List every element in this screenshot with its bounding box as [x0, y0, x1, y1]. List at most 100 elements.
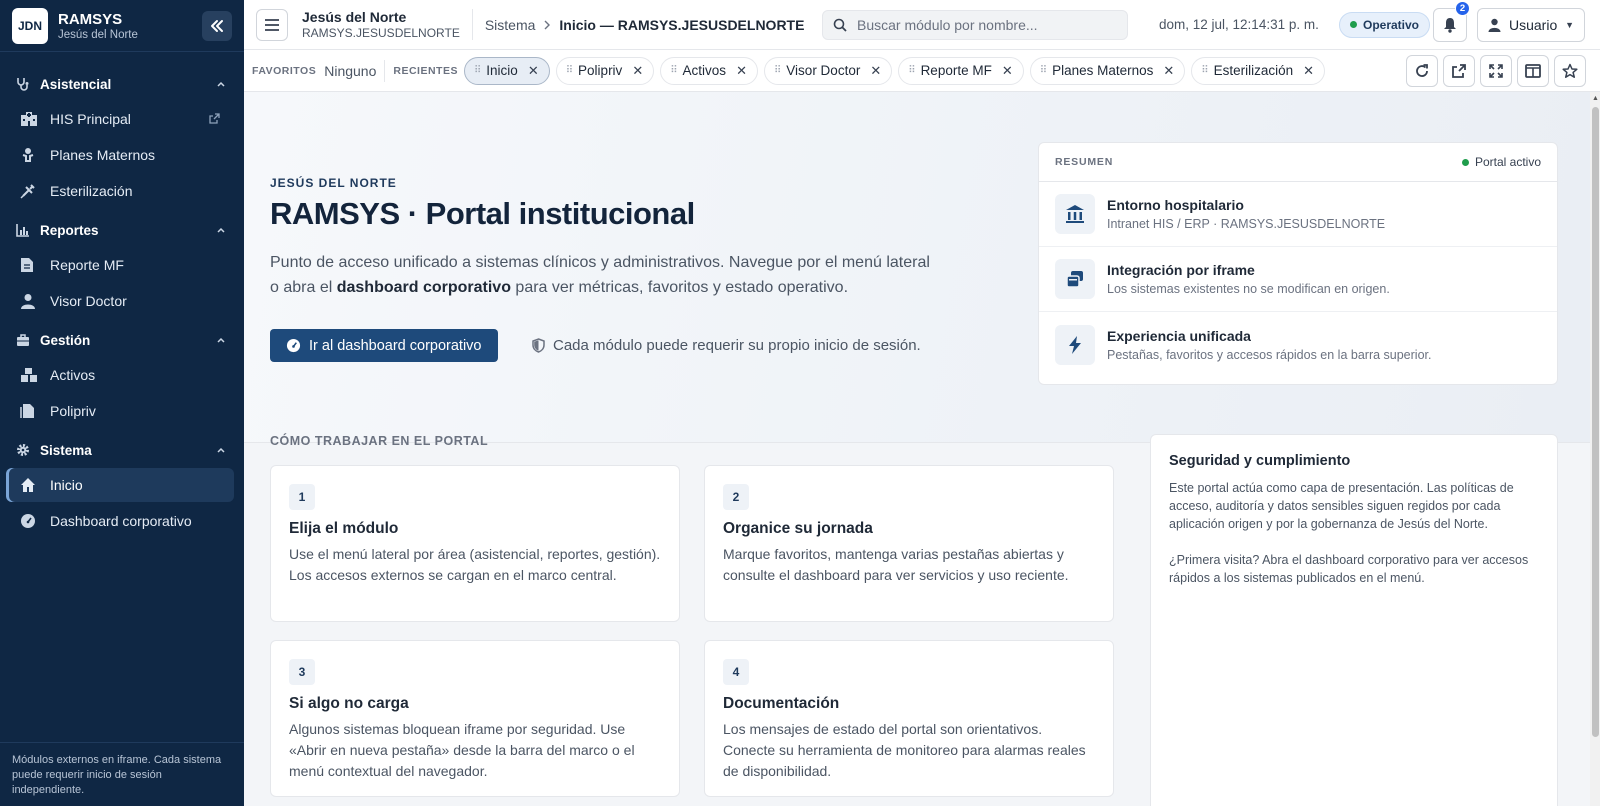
tab-planes-maternos[interactable]: ⠿ Planes Maternos ✕	[1029, 56, 1186, 85]
security-paragraph: Este portal actúa como capa de presentac…	[1169, 481, 1514, 531]
sidebar: JDN RAMSYS Jesús del Norte Asistencial H…	[0, 0, 244, 806]
drag-handle-icon[interactable]: ⠿	[1040, 65, 1047, 76]
sidebar-item-label: HIS Principal	[50, 111, 131, 127]
chevron-up-icon	[216, 443, 226, 458]
section-gestion[interactable]: Gestión	[0, 324, 244, 356]
org-code: RAMSYS.JESUSDELNORTE	[302, 26, 460, 40]
sidebar-item-esterilizacion[interactable]: Esterilización	[6, 174, 234, 208]
drag-handle-icon[interactable]: ⠿	[1201, 65, 1208, 76]
fullscreen-button[interactable]	[1480, 55, 1512, 87]
caret-down-icon: ▼	[1565, 19, 1574, 30]
menu-button[interactable]	[256, 8, 288, 41]
chevron-right-icon	[543, 17, 551, 33]
summary-row-text: Integración por iframe Los sistemas exis…	[1107, 262, 1390, 296]
collapse-sidebar-button[interactable]	[202, 10, 232, 41]
step-card: 1 Elija el módulo Use el menú lateral po…	[270, 465, 680, 622]
tab-polipriv[interactable]: ⠿ Polipriv ✕	[555, 56, 655, 85]
hero-lead: Punto de acceso unificado a sistemas clí…	[270, 250, 930, 300]
drag-handle-icon[interactable]: ⠿	[474, 65, 481, 76]
shield-icon	[532, 338, 545, 353]
step-body: Marque favoritos, mantenga varias pestañ…	[723, 546, 1069, 583]
file-medical-icon	[20, 403, 40, 419]
summary-row-title: Experiencia unificada	[1107, 327, 1251, 344]
sidebar-item-label: Dashboard corporativo	[50, 513, 192, 529]
summary-row-sub: Los sistemas existentes no se modifican …	[1107, 282, 1390, 296]
sidebar-item-activos[interactable]: Activos	[6, 358, 234, 392]
recent-label: RECIENTES	[393, 64, 458, 77]
step-card: 2 Organice su jornada Marque favoritos, …	[704, 465, 1114, 622]
tabs-bar: FAVORITOS Ninguno RECIENTES ⠿ Inicio ✕ ⠿…	[244, 50, 1600, 92]
reload-button[interactable]	[1406, 55, 1438, 87]
step-body: Los mensajes de estado del portal son or…	[723, 721, 1086, 779]
close-icon[interactable]: ✕	[528, 63, 539, 79]
sidebar-item-label: Reporte MF	[50, 257, 124, 273]
section-reportes[interactable]: Reportes	[0, 214, 244, 246]
sidebar-item-inicio[interactable]: Inicio	[6, 468, 234, 502]
windows-stack-icon	[1055, 259, 1095, 299]
sidebar-item-his-principal[interactable]: HIS Principal	[6, 102, 234, 136]
close-icon[interactable]: ✕	[736, 63, 747, 79]
close-icon[interactable]: ✕	[1002, 63, 1013, 79]
close-icon[interactable]: ✕	[870, 63, 881, 79]
gear-icon	[16, 443, 32, 457]
search-icon	[833, 18, 847, 32]
summary-row-title: Entorno hospitalario	[1107, 197, 1244, 213]
sidebar-item-visor-doctor[interactable]: Visor Doctor	[6, 284, 234, 318]
tab-reporte-mf[interactable]: ⠿ Reporte MF ✕	[898, 56, 1024, 85]
section-sistema[interactable]: Sistema	[0, 434, 244, 466]
lead-text-end: para ver métricas, favoritos y estado op…	[510, 279, 849, 296]
sidebar-item-dashboard-corporativo[interactable]: Dashboard corporativo	[6, 504, 234, 538]
tab-activos[interactable]: ⠿ Activos ✕	[660, 56, 758, 85]
scroll-up-arrow-icon[interactable]: ▲	[1592, 95, 1599, 102]
step-number: 3	[289, 659, 315, 685]
external-link-icon	[209, 111, 220, 127]
drag-handle-icon[interactable]: ⠿	[908, 65, 915, 76]
columns-icon	[1525, 64, 1541, 78]
breadcrumb-parent[interactable]: Sistema	[485, 17, 536, 33]
close-icon[interactable]: ✕	[1303, 63, 1314, 79]
summary-row: Integración por iframe Los sistemas exis…	[1039, 247, 1557, 312]
favorite-button[interactable]	[1554, 55, 1586, 87]
tab-esterilizacion[interactable]: ⠿ Esterilización ✕	[1191, 56, 1326, 85]
sidebar-item-planes-maternos[interactable]: Planes Maternos	[6, 138, 234, 172]
notification-count-badge: 2	[1455, 0, 1470, 16]
sidebar-item-polipriv[interactable]: Polipriv	[6, 394, 234, 428]
notifications-button[interactable]: 2	[1433, 0, 1470, 42]
tab-inicio[interactable]: ⠿ Inicio ✕	[463, 56, 550, 85]
drag-handle-icon[interactable]: ⠿	[670, 65, 677, 76]
step-title: Organice su jornada	[723, 520, 873, 537]
section-asistencial[interactable]: Asistencial	[0, 68, 244, 100]
status-dot-icon	[1350, 21, 1357, 28]
close-icon[interactable]: ✕	[1163, 63, 1174, 79]
step-card: 3 Si algo no carga Algunos sistemas bloq…	[270, 640, 680, 797]
doctor-icon	[20, 293, 40, 309]
external-link-icon	[1452, 64, 1466, 78]
step-number: 1	[289, 484, 315, 510]
logo: JDN	[12, 7, 48, 44]
portal-status: Portal activo	[1461, 155, 1541, 169]
summary-row: Experiencia unificada Pestañas, favorito…	[1039, 312, 1557, 377]
scrollbar-thumb[interactable]	[1592, 107, 1599, 737]
dashboard-button[interactable]: Ir al dashboard corporativo	[270, 329, 498, 362]
page-title: RAMSYS · Portal institucional	[270, 196, 695, 231]
baby-icon	[20, 147, 40, 163]
drag-handle-icon[interactable]: ⠿	[774, 65, 781, 76]
sidebar-footer-note: Módulos externos en iframe. Cada sistema…	[0, 742, 244, 806]
favorites-value: Ninguno	[324, 62, 377, 79]
drag-handle-icon[interactable]: ⠿	[566, 65, 573, 76]
sidebar-item-reporte-mf[interactable]: Reporte MF	[6, 248, 234, 282]
search-input[interactable]: Buscar módulo por nombre...	[822, 9, 1128, 40]
step-title: Si algo no carga	[289, 695, 409, 712]
close-icon[interactable]: ✕	[632, 63, 643, 79]
summary-row-sub: Intranet HIS / ERP · RAMSYS.JESUSDELNORT…	[1107, 217, 1386, 231]
summary-title: RESUMEN	[1055, 156, 1114, 168]
scrollbar[interactable]: ▲	[1590, 92, 1600, 806]
split-view-button[interactable]	[1517, 55, 1549, 87]
status-dot-icon	[1461, 158, 1469, 166]
hero: JESÚS DEL NORTE RAMSYS · Portal instituc…	[244, 92, 1590, 443]
status-label: Operativo	[1363, 17, 1420, 32]
open-new-tab-button[interactable]	[1443, 55, 1475, 87]
user-menu-button[interactable]: Usuario ▼	[1477, 7, 1585, 42]
expand-icon	[1489, 64, 1503, 78]
tab-visor-doctor[interactable]: ⠿ Visor Doctor ✕	[763, 56, 893, 85]
